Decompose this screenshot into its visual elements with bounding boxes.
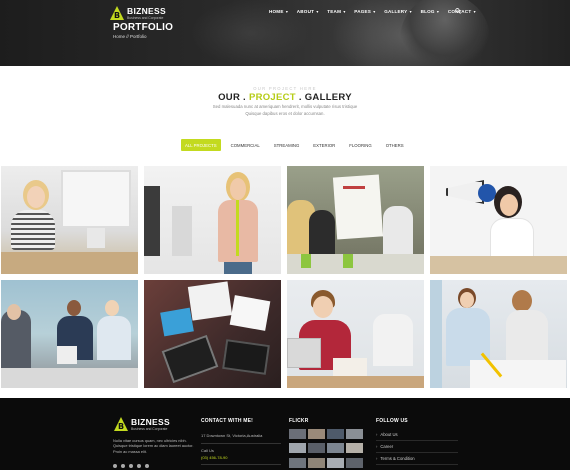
flickr-thumb[interactable] xyxy=(308,457,325,468)
linkedin-icon[interactable] xyxy=(137,464,141,468)
chevron-down-icon: ▼ xyxy=(285,9,289,14)
chevron-down-icon: ▼ xyxy=(315,9,320,14)
footer-link-terms[interactable]: › Terms & Condition xyxy=(376,453,458,465)
filter-others[interactable]: OTHERS xyxy=(382,139,408,151)
section-description: Sed malesuada nunc at ameriquam hendreri… xyxy=(212,104,358,116)
flickr-thumb[interactable] xyxy=(346,457,363,468)
filter-commercial[interactable]: COMMERCIAL xyxy=(227,139,264,151)
section-title: OUR . PROJECT . GALLERY xyxy=(218,92,352,103)
chevron-down-icon: ▼ xyxy=(472,9,477,14)
flickr-thumb[interactable] xyxy=(289,457,306,468)
nav-item-home[interactable]: HOME ▼ xyxy=(265,9,293,14)
footer-links: › About Us › Career › Terms & Condition xyxy=(376,429,458,465)
chevron-down-icon: ▼ xyxy=(372,9,377,14)
flickr-thumb[interactable] xyxy=(327,443,344,454)
logo-icon: B xyxy=(114,417,128,431)
flickr-thumb[interactable] xyxy=(289,429,306,439)
flickr-thumb[interactable] xyxy=(289,443,306,454)
nav-item-contact[interactable]: CONTACT ▼ xyxy=(444,9,481,14)
divider xyxy=(201,443,281,444)
contact-phone[interactable]: (03) 456-78-90 xyxy=(201,455,227,460)
chevron-right-icon: › xyxy=(376,456,378,461)
gallery-item-team-at-desk[interactable] xyxy=(430,280,567,388)
filter-exterior[interactable]: EXTERIOR xyxy=(309,139,339,151)
gallery-item-woman-with-tape-measure[interactable] xyxy=(144,166,281,274)
logo-icon: B xyxy=(110,6,124,20)
flickr-heading: FLICKR xyxy=(289,418,309,424)
section-title-highlight: PROJECT xyxy=(248,92,296,103)
facebook-icon[interactable] xyxy=(113,464,117,468)
brand-name: BIZNESS xyxy=(127,5,166,16)
gallery-item-business-team-meeting[interactable] xyxy=(1,280,138,388)
flickr-thumb[interactable] xyxy=(308,443,325,454)
nav-item-pages[interactable]: PAGES ▼ xyxy=(350,9,380,14)
site-footer: B BIZNESS Business and Corporate Nulla v… xyxy=(0,398,570,470)
contact-heading: CONTACT WITH ME! xyxy=(201,418,253,424)
portfolio-filters: ALL PROJECTS COMMERCIAL STREAMING EXTERI… xyxy=(181,139,408,152)
gallery-item-desk-top-view[interactable] xyxy=(144,280,281,388)
chevron-right-icon: › xyxy=(376,444,378,449)
section-subtitle: OUR PROJECT HERE xyxy=(253,86,317,91)
brand-tagline: Business and Corporate xyxy=(127,15,164,20)
chevron-down-icon: ▼ xyxy=(408,9,413,14)
gallery-item-woman-with-megaphone[interactable] xyxy=(430,166,567,274)
gallery-item-young-man-at-laptop[interactable] xyxy=(287,280,424,388)
footer-about-text: Nulla vitae cursus quam, nec ultricies n… xyxy=(113,438,194,454)
social-links xyxy=(113,464,149,468)
instagram-icon[interactable] xyxy=(145,464,149,468)
filter-streaming[interactable]: STREAMING xyxy=(270,139,304,151)
filter-all-projects[interactable]: ALL PROJECTS xyxy=(181,139,221,152)
nav-item-gallery[interactable]: GALLERY ▼ xyxy=(380,9,416,14)
twitter-icon[interactable] xyxy=(121,464,125,468)
footer-link-career[interactable]: › Career xyxy=(376,441,458,453)
flickr-thumb[interactable] xyxy=(308,429,325,439)
contact-address: 17 Downtown St, Victoria,Australia xyxy=(201,433,263,438)
filter-flooring[interactable]: FLOORING xyxy=(345,139,375,151)
nav-item-team[interactable]: TEAM ▼ xyxy=(323,9,350,14)
flickr-thumb[interactable] xyxy=(346,443,363,454)
nav-item-blog[interactable]: BLOG ▼ xyxy=(417,9,444,14)
chevron-down-icon: ▼ xyxy=(342,9,347,14)
google-plus-icon[interactable] xyxy=(129,464,133,468)
gallery-item-woman-at-computer[interactable] xyxy=(1,166,138,274)
flickr-thumb[interactable] xyxy=(327,457,344,468)
breadcrumb[interactable]: Home // Portfolio xyxy=(113,34,147,39)
flickr-thumb[interactable] xyxy=(327,429,344,439)
contact-call-label: Call Us xyxy=(201,448,214,453)
search-icon[interactable] xyxy=(455,8,461,14)
footer-brand-tagline: Business and Corporate xyxy=(131,426,168,431)
gallery-item-team-whiteboard-meeting[interactable] xyxy=(287,166,424,274)
nav-item-about[interactable]: ABOUT ▼ xyxy=(293,9,324,14)
flickr-thumb[interactable] xyxy=(346,429,363,439)
page-header: B BIZNESS Business and Corporate HOME ▼ A… xyxy=(0,0,570,66)
main-nav: HOME ▼ ABOUT ▼ TEAM ▼ PAGES ▼ GALLERY ▼ BLOG ▼… xyxy=(265,9,481,14)
page-title: PORTFOLIO xyxy=(113,22,174,33)
follow-heading: FOLLOW US xyxy=(376,418,408,424)
chevron-down-icon: ▼ xyxy=(436,9,440,14)
flickr-gallery xyxy=(289,429,365,470)
footer-brand-name: BIZNESS xyxy=(131,416,170,427)
footer-logo[interactable]: B BIZNESS Business and Corporate xyxy=(114,417,170,431)
chevron-right-icon: › xyxy=(376,432,378,437)
divider xyxy=(201,464,281,465)
brand-logo[interactable]: B BIZNESS Business and Corporate xyxy=(110,6,166,20)
portfolio-grid xyxy=(1,166,569,388)
footer-link-about-us[interactable]: › About Us xyxy=(376,429,458,441)
